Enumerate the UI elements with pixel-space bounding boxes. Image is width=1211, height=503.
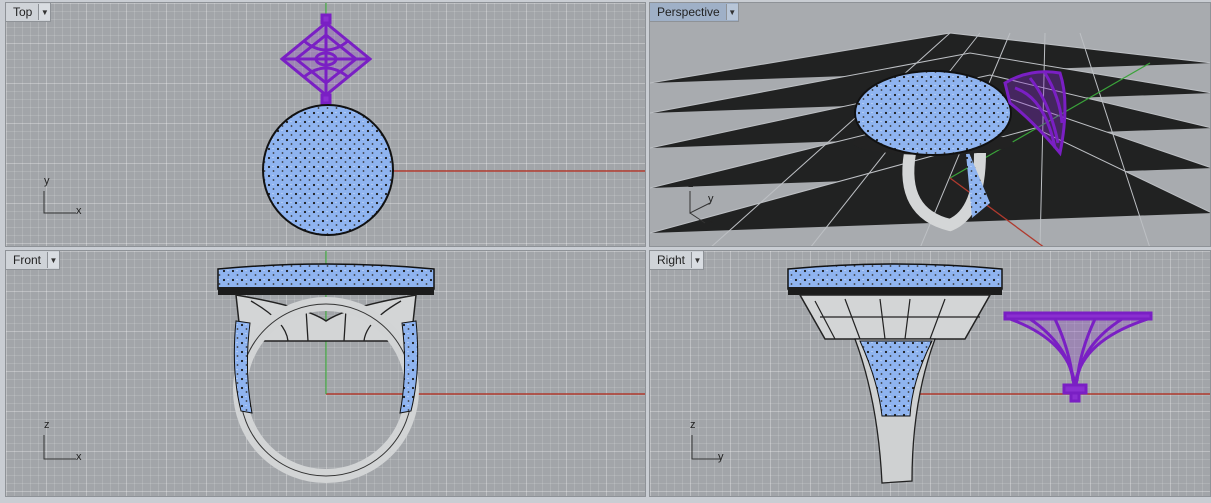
- axis-label-z: z: [688, 178, 694, 190]
- viewport-right[interactable]: Right ▼ z y: [649, 250, 1211, 497]
- axis-label-y: y: [44, 175, 50, 187]
- chevron-down-icon[interactable]: ▼: [47, 252, 60, 268]
- viewport-top[interactable]: Top ▼ y x: [5, 2, 646, 247]
- axis-label-x: x: [708, 215, 714, 227]
- chevron-down-icon[interactable]: ▼: [691, 252, 704, 268]
- perspective-scene: [650, 32, 1210, 246]
- pave-disc-persp: [854, 70, 1012, 156]
- purple-gallery-right: [1003, 311, 1153, 403]
- viewport-title: Right: [657, 253, 686, 267]
- purple-gallery-top: [279, 13, 373, 105]
- viewport-title: Perspective: [657, 5, 720, 19]
- axis-label-x: x: [76, 451, 82, 463]
- viewport-title: Top: [13, 5, 33, 19]
- top-scene: [262, 3, 645, 236]
- right-scene: [787, 263, 1210, 484]
- axis-label-z: z: [690, 419, 696, 431]
- chevron-down-icon[interactable]: ▼: [725, 4, 738, 20]
- pave-disc-top: [262, 104, 394, 236]
- viewport-front[interactable]: Front ▼ z x: [5, 250, 646, 497]
- right-bezel: [788, 287, 1002, 295]
- front-bezel: [218, 287, 434, 295]
- chevron-down-icon[interactable]: ▼: [38, 4, 51, 20]
- right-pave-top: [787, 263, 1003, 290]
- viewport-label-front[interactable]: Front ▼: [6, 251, 61, 270]
- front-pave-top: [217, 263, 435, 290]
- axis-label-x: x: [76, 205, 82, 217]
- axis-label-y: y: [718, 451, 724, 463]
- viewport-title: Front: [13, 253, 42, 267]
- front-scene: [217, 251, 645, 483]
- viewport-label-top[interactable]: Top ▼: [6, 3, 52, 22]
- viewport-perspective[interactable]: Perspective ▼ z y x: [649, 2, 1211, 247]
- axis-label-y: y: [708, 193, 714, 205]
- viewport-label-right[interactable]: Right ▼: [650, 251, 705, 270]
- viewport-label-perspective[interactable]: Perspective ▼: [650, 3, 739, 22]
- axis-label-z: z: [44, 419, 50, 431]
